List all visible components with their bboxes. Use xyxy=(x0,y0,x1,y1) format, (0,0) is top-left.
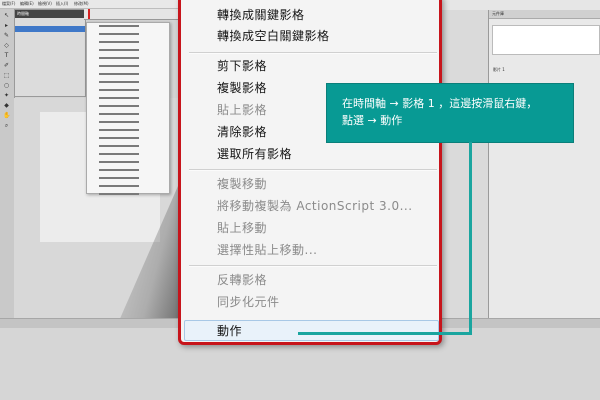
callout-leader-horizontal xyxy=(298,332,472,335)
menu-item-paste-motion-special: 選擇性貼上移動... xyxy=(217,243,318,257)
library-item[interactable]: 影片 1 xyxy=(493,67,505,73)
menu-item-convert-blank-keyframe[interactable]: 轉換成空白關鍵影格 xyxy=(217,28,330,44)
timeline-layers-panel: 時間軸 xyxy=(14,9,86,97)
menu-item-reverse-frames: 反轉影格 xyxy=(217,273,268,287)
tools-panel: ↖ ▸ ✎ ◇ T ✐ ⬚ ○ ✦ ◆ ✋ ⌕ xyxy=(0,9,15,329)
fill-tool-icon[interactable]: ◆ xyxy=(3,103,10,109)
menu-separator xyxy=(189,265,437,267)
text-tool-icon[interactable]: T xyxy=(3,53,10,59)
library-panel-title: 元件庫 xyxy=(489,10,600,19)
hand-tool-icon[interactable]: ✋ xyxy=(3,113,10,119)
menu-item-paste-frames: 貼上影格 xyxy=(217,103,268,117)
background-context-menu xyxy=(86,22,170,199)
subselect-tool-icon[interactable]: ▸ xyxy=(3,23,10,29)
menu-item-clear-frames[interactable]: 清除影格 xyxy=(217,124,267,140)
menu-item-cut-frames[interactable]: 剪下影格 xyxy=(217,58,267,74)
callout-line-1: 在時間軸 → 影格 1 ，這邊按滑鼠右鍵， xyxy=(342,97,538,110)
menu-insert[interactable]: 插入(I) xyxy=(56,0,68,8)
timeline-frames-strip[interactable] xyxy=(84,9,179,20)
menu-separator xyxy=(189,52,437,54)
callout-line-2: 點選 → 動作 xyxy=(342,114,403,127)
menu-file[interactable]: 檔案(F) xyxy=(2,0,15,8)
zoom-tool-icon[interactable]: ⌕ xyxy=(3,123,10,129)
playhead[interactable] xyxy=(88,9,90,19)
oval-tool-icon[interactable]: ○ xyxy=(3,83,10,89)
menu-item-sync-symbols: 同步化元件 xyxy=(217,295,280,309)
menu-item-actions[interactable]: 動作 xyxy=(217,323,242,339)
selection-tool-icon[interactable]: ↖ xyxy=(3,13,10,19)
menu-view[interactable]: 檢視(V) xyxy=(38,0,52,8)
deco-tool-icon[interactable]: ✦ xyxy=(3,93,10,99)
timeline-panel-title: 時間軸 xyxy=(15,10,85,18)
menu-separator xyxy=(189,169,437,171)
menu-item-copy-frames[interactable]: 複製影格 xyxy=(217,80,267,96)
menu-item-select-all-frames[interactable]: 選取所有影格 xyxy=(217,146,292,162)
menu-item-copy-motion-as3: 將移動複製為 ActionScript 3.0... xyxy=(217,199,413,213)
pen-tool-icon[interactable]: ✎ xyxy=(3,33,10,39)
callout-leader-vertical xyxy=(469,142,472,335)
menu-edit[interactable]: 編輯(E) xyxy=(20,0,34,8)
menu-item-copy-motion: 複製移動 xyxy=(217,177,268,191)
library-preview xyxy=(492,25,600,55)
frame-context-menu: 轉換成關鍵影格 轉換成空白關鍵影格 剪下影格 複製影格 貼上影格 清除影格 選取… xyxy=(178,0,442,345)
pencil-tool-icon[interactable]: ✐ xyxy=(3,63,10,69)
instruction-callout: 在時間軸 → 影格 1 ，這邊按滑鼠右鍵， 點選 → 動作 xyxy=(327,84,573,142)
layer-row-selected[interactable] xyxy=(15,26,85,32)
rectangle-tool-icon[interactable]: ⬚ xyxy=(3,73,10,79)
library-panel: 元件庫 影片 1 xyxy=(488,10,600,325)
menu-item-convert-keyframe[interactable]: 轉換成關鍵影格 xyxy=(217,7,305,23)
lasso-tool-icon[interactable]: ◇ xyxy=(3,43,10,49)
property-strip xyxy=(440,10,488,325)
menu-modify[interactable]: 修改(M) xyxy=(74,0,89,8)
menu-item-paste-motion: 貼上移動 xyxy=(217,221,268,235)
